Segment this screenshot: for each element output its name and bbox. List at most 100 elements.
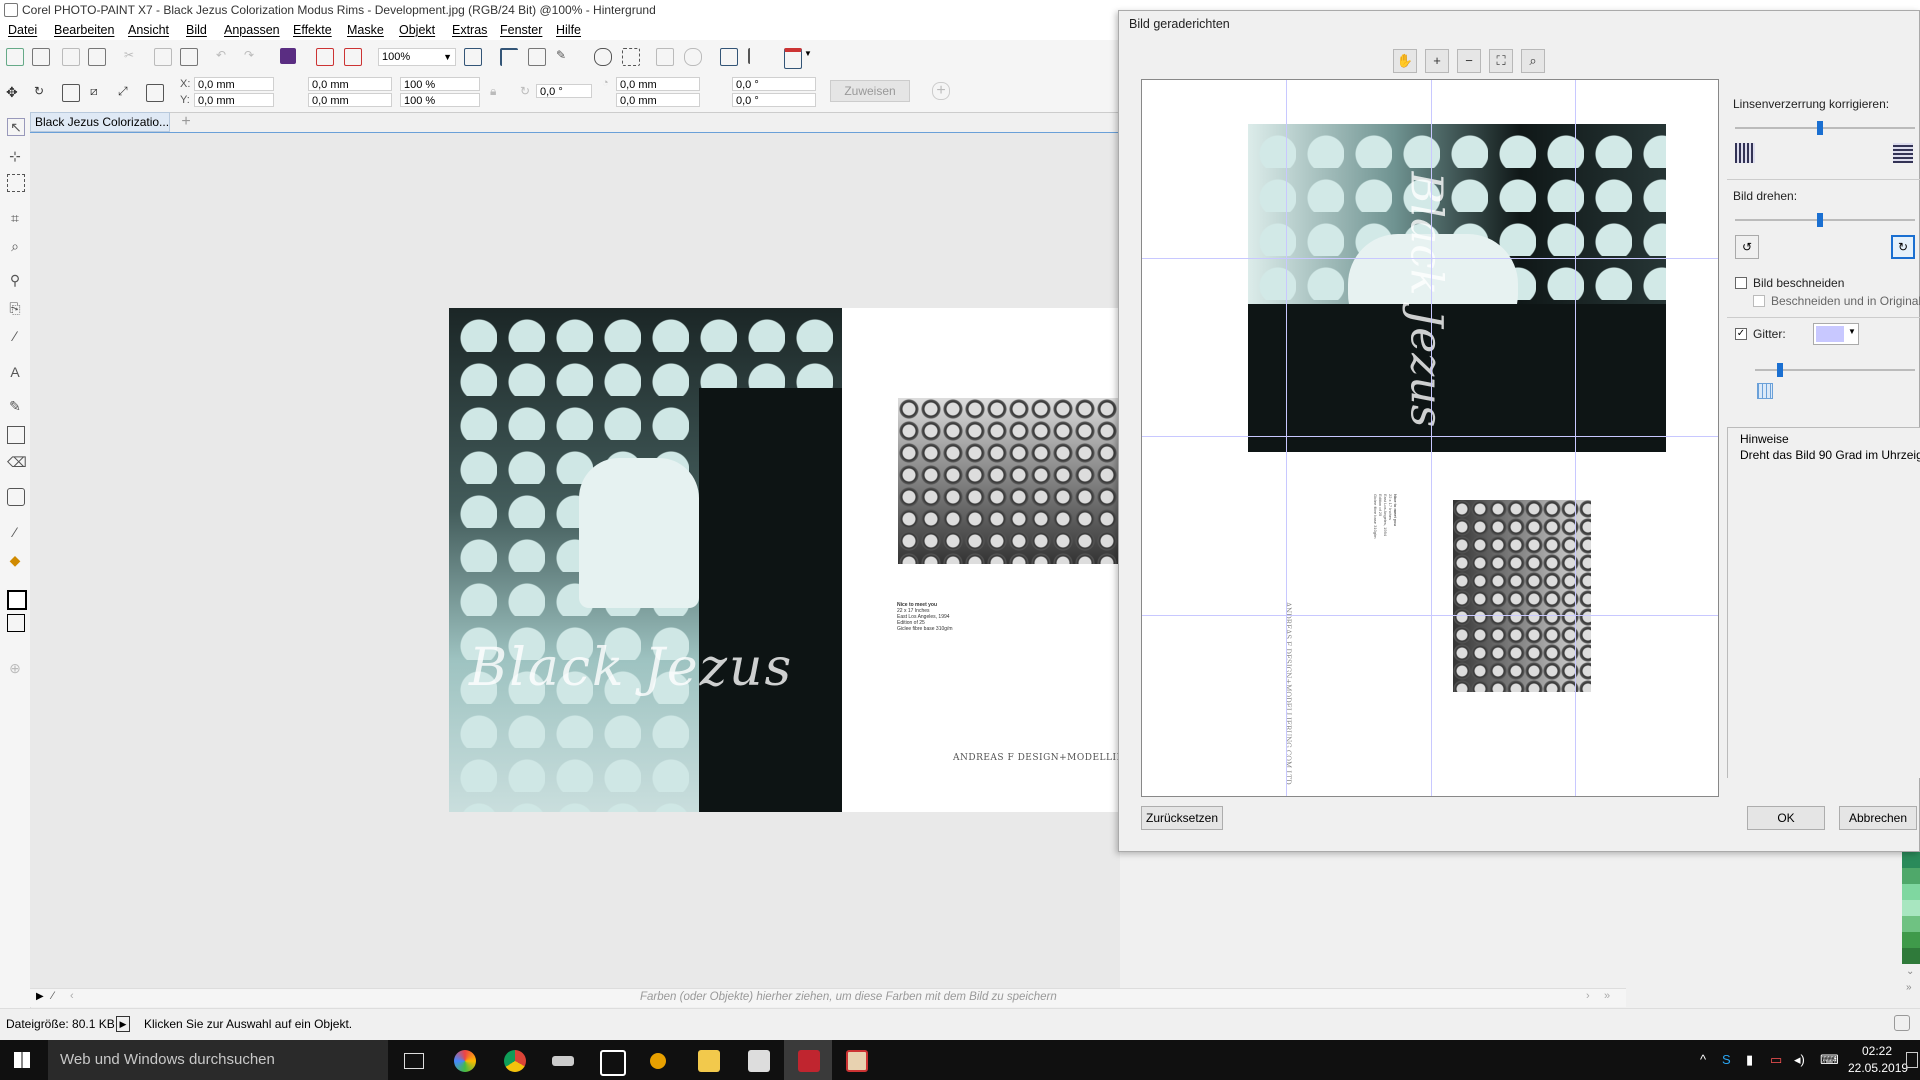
distort-mode-icon[interactable]: ⤢	[118, 84, 134, 100]
scale-x-field[interactable]: 100 %	[400, 77, 480, 91]
slider-thumb[interactable]	[1817, 213, 1823, 227]
grid-color-picker[interactable]: ▼	[1813, 323, 1859, 345]
rotate-slider[interactable]	[1735, 213, 1915, 227]
preview-area[interactable]: Black Jezus ANDREAS F DESIGN+MODELLIERUN…	[1141, 79, 1719, 797]
document-tab[interactable]: Black Jezus Colorizatio...	[30, 112, 170, 132]
width-field[interactable]: 0,0 mm	[308, 77, 392, 91]
palette-swatch[interactable]	[1902, 932, 1920, 948]
cut-icon[interactable]: ✂	[124, 48, 140, 64]
rulers-icon[interactable]	[500, 48, 518, 66]
palette-swatch[interactable]	[1902, 852, 1920, 868]
pick-tool-icon[interactable]: ↖	[7, 118, 25, 136]
menu-bild[interactable]: Bild	[186, 23, 207, 37]
palette-swatch[interactable]	[1902, 868, 1920, 884]
crop-tool-icon[interactable]: ⌗	[7, 210, 23, 226]
play-icon[interactable]: ▶	[36, 991, 44, 1002]
import-icon[interactable]	[316, 48, 334, 66]
cancel-button[interactable]: Abbrechen	[1839, 806, 1917, 830]
x-field[interactable]: 0,0 mm	[194, 77, 274, 91]
zoom-fit-icon[interactable]	[464, 48, 482, 66]
menu-hilfe[interactable]: Hilfe	[556, 23, 581, 37]
zoom-tool-icon[interactable]: ⌕	[7, 238, 23, 254]
workspace-menu-icon[interactable]	[784, 48, 802, 69]
corel-photo-paint-icon[interactable]	[798, 1050, 820, 1072]
slider-thumb[interactable]	[1777, 363, 1783, 377]
export-icon[interactable]	[344, 48, 362, 66]
object-icon[interactable]	[656, 48, 674, 66]
snap-icon[interactable]: ✎	[556, 48, 572, 64]
zoom-100-icon[interactable]: ⌕	[1521, 49, 1545, 73]
lock-ratio-icon[interactable]: 🔒︎	[490, 84, 506, 100]
rotation-field[interactable]: 0,0 °	[536, 84, 592, 98]
zoom-fit-icon[interactable]: ⛶	[1489, 49, 1513, 73]
effect-tool-icon[interactable]	[7, 488, 25, 506]
chrome-icon[interactable]	[504, 1050, 526, 1072]
rotate-cw-icon[interactable]: ↻	[1891, 235, 1915, 259]
windows-start-icon[interactable]	[14, 1052, 30, 1068]
eyedropper-icon[interactable]: ⁄	[7, 524, 23, 540]
undo-icon[interactable]: ↶	[216, 48, 232, 64]
height-field[interactable]: 0,0 mm	[308, 93, 392, 107]
palette-swatch[interactable]	[1902, 916, 1920, 932]
double-chevron-right-icon[interactable]: »	[1906, 982, 1912, 993]
picasa-icon[interactable]	[454, 1050, 476, 1072]
new-tab-icon[interactable]: +	[178, 114, 194, 130]
volume-icon[interactable]: ◂)	[1794, 1052, 1805, 1068]
lens-slider[interactable]	[1735, 121, 1915, 135]
palette-swatch[interactable]	[1902, 884, 1920, 900]
add-tool-icon[interactable]: ⊕	[7, 660, 23, 676]
mask-mode-icon[interactable]	[7, 614, 25, 632]
scale-mode-icon[interactable]	[62, 84, 80, 102]
open-folder-icon[interactable]	[32, 48, 50, 66]
grid-checkbox[interactable]: ✓	[1735, 328, 1747, 340]
clone-tool-icon[interactable]: ⎘	[7, 300, 23, 316]
skew-y-field[interactable]: 0,0 °	[732, 93, 816, 107]
chevron-right-icon[interactable]: ›	[1586, 990, 1590, 1002]
task-view-icon[interactable]	[404, 1053, 424, 1069]
photo-paint-icon[interactable]	[748, 1050, 770, 1072]
paste-icon[interactable]	[180, 48, 198, 66]
menu-ansicht[interactable]: Ansicht	[128, 23, 169, 37]
paint-tool-icon[interactable]: ✎	[7, 398, 23, 414]
store-icon[interactable]	[600, 1050, 626, 1076]
ok-button[interactable]: OK	[1747, 806, 1825, 830]
crop-original-checkbox[interactable]	[1753, 295, 1765, 307]
image-canvas[interactable]: Black Jezus Nice to meet you 22 x 17 Inc…	[449, 308, 1120, 812]
menu-maske[interactable]: Maske	[347, 23, 384, 37]
slider-thumb[interactable]	[1817, 121, 1823, 135]
scale-y-field[interactable]: 100 %	[400, 93, 480, 107]
y-field[interactable]: 0,0 mm	[194, 93, 274, 107]
zoom-select[interactable]: 100% ▼	[378, 48, 456, 66]
zoom-in-icon[interactable]: +	[1425, 49, 1449, 73]
app-launcher-icon[interactable]	[720, 48, 738, 66]
menu-extras[interactable]: Extras	[452, 23, 487, 37]
menu-fenster[interactable]: Fenster	[500, 23, 542, 37]
add-icon[interactable]: +	[932, 82, 950, 100]
corel-connect-icon[interactable]	[280, 48, 296, 64]
menu-objekt[interactable]: Objekt	[399, 23, 435, 37]
search-box[interactable]: Web und Windows durchsuchen	[48, 1040, 388, 1080]
document-palette[interactable]: ▶ ⁄ ‹ Farben (oder Objekte) hierher zieh…	[30, 988, 1626, 1007]
keyboard-icon[interactable]: ⌨	[1820, 1052, 1839, 1068]
object-lock-icon[interactable]	[684, 48, 702, 66]
file-explorer-icon[interactable]	[698, 1050, 720, 1072]
chevron-left-icon[interactable]: ‹	[70, 990, 74, 1002]
chevron-down-icon[interactable]: ⌄	[1906, 966, 1914, 977]
crop-checkbox[interactable]	[1735, 277, 1747, 289]
eyedropper-icon[interactable]: ⁄	[52, 990, 54, 1002]
menu-bearbeiten[interactable]: Bearbeiten	[54, 23, 114, 37]
palette-swatch[interactable]	[1902, 948, 1920, 964]
copy-icon[interactable]	[154, 48, 172, 66]
rectangle-mask-icon[interactable]	[7, 174, 25, 192]
fill-tool-icon[interactable]: ◆	[7, 552, 23, 568]
rotate-ccw-icon[interactable]: ↺	[1735, 235, 1759, 259]
zoom-out-icon[interactable]: −	[1457, 49, 1481, 73]
battery-icon[interactable]: ▭	[1770, 1052, 1782, 1068]
palette-swatch[interactable]	[1902, 900, 1920, 916]
menu-datei[interactable]: Datei	[8, 23, 37, 37]
mask-transform-icon[interactable]: ⊹	[7, 148, 23, 164]
tray-chevron-icon[interactable]: ^	[1700, 1052, 1706, 1067]
clock-date[interactable]: 22.05.2019	[1848, 1061, 1908, 1075]
double-chevron-right-icon[interactable]: »	[1604, 990, 1610, 1002]
eraser-tool-icon[interactable]: ⌫	[7, 454, 27, 470]
